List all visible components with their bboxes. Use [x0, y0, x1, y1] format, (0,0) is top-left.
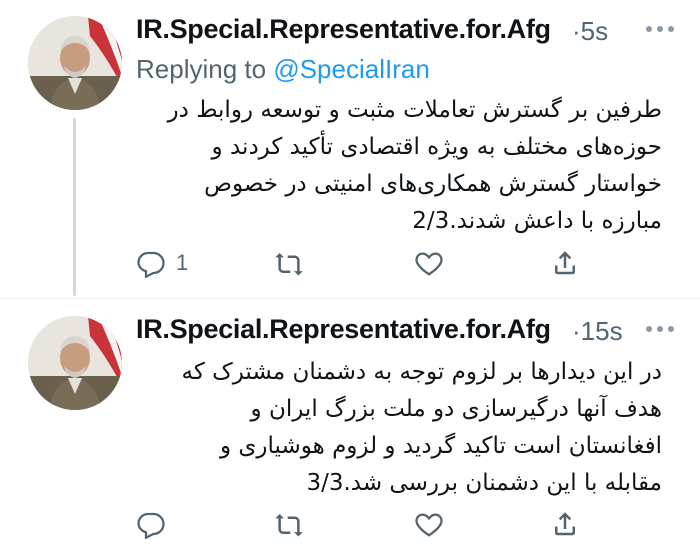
tweet-time[interactable]: ·5s — [572, 16, 608, 47]
thread-line — [73, 118, 76, 296]
like-button[interactable] — [414, 506, 454, 542]
reply-button[interactable] — [136, 506, 176, 542]
tweet-text-line: حوزه‌های مختلف به ویژه اقتصادی تأکید کرد… — [211, 134, 662, 160]
retweet-button[interactable] — [274, 245, 314, 281]
more-options-button[interactable] — [646, 314, 674, 344]
more-icon — [646, 26, 652, 32]
replying-to: Replying to @SpecialIran — [136, 54, 430, 85]
more-options-button[interactable] — [646, 14, 674, 44]
like-icon — [415, 513, 443, 537]
retweet-icon — [275, 253, 303, 276]
tweet-text-line: در این دیدارها بر لزوم توجه به دشمنان مش… — [181, 359, 662, 385]
more-icon — [646, 326, 652, 332]
timestamp: 5s — [580, 16, 609, 46]
tweet-text-line: مقابله با این دشمنان بررسی شد.3/3 — [306, 470, 662, 496]
share-button[interactable] — [550, 506, 580, 542]
retweet-icon — [275, 514, 303, 537]
like-icon — [415, 252, 443, 276]
avatar[interactable] — [28, 316, 122, 410]
timestamp: 15s — [580, 316, 623, 346]
tweet-actions — [136, 506, 586, 542]
replying-handle-link[interactable]: @SpecialIran — [273, 54, 429, 84]
tweet-divider — [0, 298, 700, 299]
dot-separator: · — [572, 16, 581, 46]
share-icon — [555, 512, 575, 536]
avatar-photo — [28, 316, 122, 410]
avatar-photo — [28, 16, 122, 110]
tweet-text-line: افغانستان است تاکید گردید و لزوم هوشیاری… — [220, 433, 662, 459]
reply-icon — [137, 251, 165, 278]
share-icon — [555, 251, 575, 275]
reply-button[interactable]: 1 — [136, 245, 188, 281]
reply-icon — [137, 512, 165, 539]
dot-separator: · — [572, 316, 581, 346]
reply-count: 1 — [176, 250, 189, 275]
avatar[interactable] — [28, 16, 122, 110]
tweet-text-line: طرفین بر گسترش تعاملات مثبت و توسعه رواب… — [167, 97, 662, 123]
tweet-text: در این دیدارها بر لزوم توجه به دشمنان مش… — [140, 354, 662, 502]
display-name[interactable]: IR.Special.Representative.for.Afg — [136, 14, 551, 45]
tweet-text-line: مبارزه با داعش شدند.2/3 — [412, 208, 662, 234]
replying-label: Replying to — [136, 54, 267, 84]
tweet-text-line: هدف آنها درگیرسازی دو ملت بزرگ ایران و — [250, 396, 662, 422]
share-button[interactable] — [550, 245, 580, 281]
display-name[interactable]: IR.Special.Representative.for.Afg — [136, 314, 551, 345]
tweet-actions: 1 — [136, 245, 586, 281]
tweet-time[interactable]: ·15s — [572, 316, 623, 347]
tweet-text-line: خواستار گسترش همکاری‌های امنیتی در خصوص — [204, 171, 662, 197]
like-button[interactable] — [414, 245, 454, 281]
tweet-text: طرفین بر گسترش تعاملات مثبت و توسعه رواب… — [140, 92, 662, 240]
retweet-button[interactable] — [274, 506, 314, 542]
